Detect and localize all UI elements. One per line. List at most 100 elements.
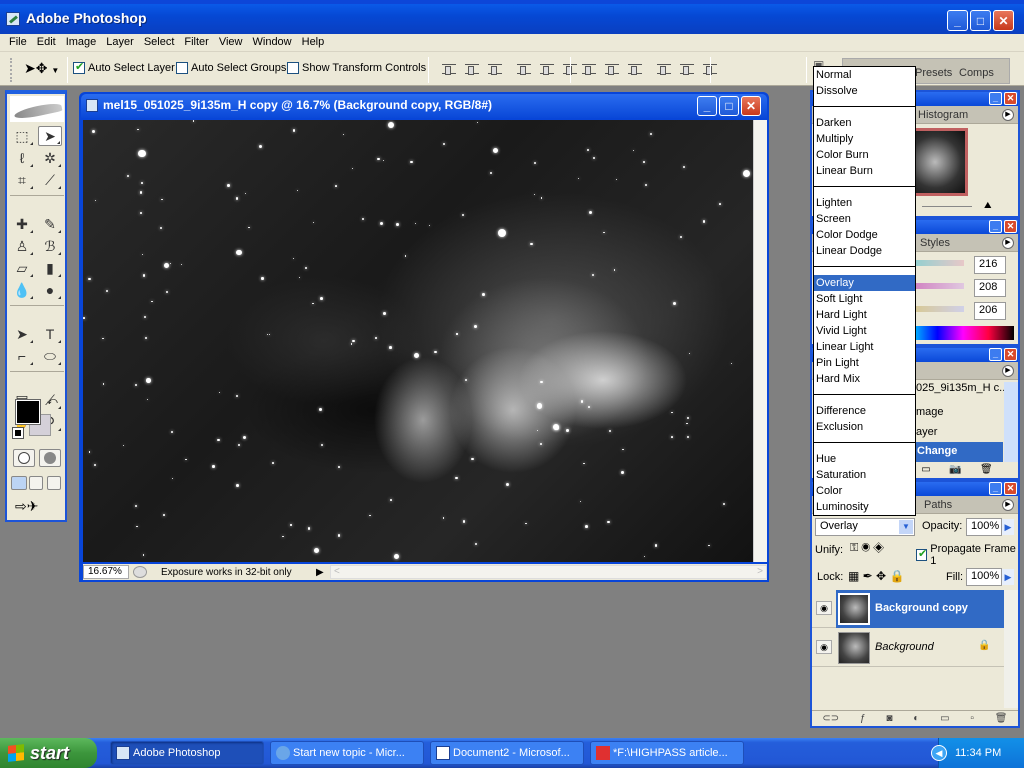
document-title-bar[interactable]: mel15_051025_9i135m_H copy @ 16.7% (Back…	[81, 94, 767, 118]
show-hidden-icons-button[interactable]: ◀	[931, 745, 947, 761]
red-value-field[interactable]: 216	[974, 256, 1006, 274]
tool-preset-picker[interactable]: ➤✥ ▼	[24, 60, 64, 78]
lock-icons[interactable]: ▦ ✒ ✥ 🔒	[848, 569, 904, 583]
align-top-edges-icon[interactable]	[442, 64, 456, 75]
green-slider[interactable]	[912, 283, 964, 289]
auto-select-groups-checkbox[interactable]: Auto Select Groups	[176, 62, 286, 74]
blend-mode-option[interactable]: Color	[814, 483, 915, 499]
eye-icon[interactable]: ◉	[816, 601, 832, 615]
align-left-edges-icon[interactable]	[517, 64, 531, 75]
tab-styles[interactable]: Styles	[920, 237, 950, 249]
blend-mode-option[interactable]: Exclusion	[814, 419, 915, 435]
blend-mode-option[interactable]: Color Burn	[814, 147, 915, 163]
version-cue-icon[interactable]	[133, 566, 147, 578]
blend-mode-option[interactable]: Saturation	[814, 467, 915, 483]
checkbox-checked[interactable]	[73, 60, 85, 74]
full-screen-menu-mode-button[interactable]	[29, 476, 43, 490]
blend-mode-option[interactable]: Normal	[814, 67, 915, 83]
propagate-frame-checkbox[interactable]: Propagate Frame 1	[916, 543, 1018, 567]
navigator-thumbnail[interactable]	[912, 128, 968, 196]
menu-edit[interactable]: Edit	[32, 34, 61, 51]
green-value-field[interactable]: 208	[974, 279, 1006, 297]
trash-icon[interactable]: 🗑	[980, 464, 993, 475]
history-item-selected[interactable]: Change	[915, 442, 1003, 462]
tool-lasso[interactable]: ℓ	[10, 148, 34, 168]
horizontal-scrollbar[interactable]: < >	[330, 565, 767, 579]
palette-close-button[interactable]: ✕	[1004, 92, 1017, 105]
distribute-horizontal-centers-icon[interactable]	[680, 64, 694, 75]
palette-minimize-button[interactable]: _	[989, 92, 1002, 105]
tool-marquee[interactable]: ⬚	[10, 126, 34, 146]
align-bottom-edges-icon[interactable]	[488, 64, 502, 75]
distribute-left-edges-icon[interactable]	[657, 64, 671, 75]
blend-mode-option[interactable]: Hue	[814, 451, 915, 467]
tool-history-brush[interactable]: ℬ	[38, 236, 62, 256]
menu-file[interactable]: File	[4, 34, 32, 51]
layers-scrollbar[interactable]	[1004, 590, 1018, 708]
distribute-bottom-edges-icon[interactable]	[628, 64, 642, 75]
blend-mode-option[interactable]: Vivid Light	[814, 323, 915, 339]
document-minimize-button[interactable]: _	[697, 96, 717, 116]
distribute-top-edges-icon[interactable]	[582, 64, 596, 75]
tool-eraser[interactable]: ▱	[10, 258, 34, 278]
close-button[interactable]: ✕	[993, 10, 1014, 31]
menu-window[interactable]: Window	[248, 34, 297, 51]
scroll-right-icon[interactable]: >	[757, 566, 763, 577]
blend-mode-option[interactable]: Soft Light	[814, 291, 915, 307]
scroll-left-icon[interactable]: <	[334, 566, 340, 577]
blend-mode-option[interactable]: Color Dodge	[814, 227, 915, 243]
auto-select-layer-checkbox[interactable]: Auto Select Layer	[73, 60, 175, 74]
tool-magic-wand[interactable]: ✲	[38, 148, 62, 168]
align-vertical-centers-icon[interactable]	[465, 64, 479, 75]
blend-mode-option[interactable]: Lighten	[814, 195, 915, 211]
fill-slider-arrow[interactable]: ▶	[1002, 569, 1014, 585]
color-ramp[interactable]	[912, 326, 1014, 340]
minimize-button[interactable]: _	[947, 10, 968, 31]
opacity-field[interactable]: 100%	[966, 518, 1002, 536]
tool-move[interactable]: ➤	[38, 126, 62, 146]
options-bar-grip[interactable]	[10, 58, 12, 82]
menu-help[interactable]: Help	[297, 34, 330, 51]
blend-mode-option[interactable]: Linear Light	[814, 339, 915, 355]
tab-paths[interactable]: Paths	[924, 499, 952, 511]
tool-brush[interactable]: ✎	[38, 214, 62, 234]
palette-close-button[interactable]: ✕	[1004, 482, 1017, 495]
blue-slider[interactable]	[912, 306, 964, 312]
link-layers-icon[interactable]: ⊂⊃	[822, 713, 839, 724]
align-horizontal-centers-icon[interactable]	[540, 64, 554, 75]
checkbox-unchecked[interactable]	[287, 62, 299, 74]
history-item[interactable]: ayer	[916, 426, 937, 438]
tool-gradient[interactable]: ▮	[38, 258, 62, 278]
tool-slice[interactable]: ⟋	[38, 170, 62, 190]
red-slider[interactable]	[912, 260, 964, 266]
palette-menu-icon[interactable]: ▶	[1002, 237, 1014, 249]
menu-layer[interactable]: Layer	[101, 34, 139, 51]
blue-value-field[interactable]: 206	[974, 302, 1006, 320]
blend-mode-option[interactable]: Pin Light	[814, 355, 915, 371]
new-layer-icon[interactable]: ▫	[970, 713, 974, 724]
layer-row[interactable]: ◉ Background 🔒	[812, 629, 1018, 667]
tool-clone-stamp[interactable]: ♙	[10, 236, 34, 256]
taskbar-item-word[interactable]: Document2 - Microsof...	[430, 741, 584, 765]
snapshot-icon[interactable]: 📷	[949, 464, 961, 475]
navigator-zoom-slider[interactable]	[922, 206, 972, 207]
palette-minimize-button[interactable]: _	[989, 482, 1002, 495]
taskbar-item-highpass[interactable]: *F:\HIGHPASS article...	[590, 741, 744, 765]
history-scrollbar[interactable]	[1004, 382, 1018, 462]
document-close-button[interactable]: ✕	[741, 96, 761, 116]
start-button[interactable]: start	[0, 738, 97, 768]
full-screen-mode-button[interactable]	[47, 476, 61, 490]
palette-close-button[interactable]: ✕	[1004, 348, 1017, 361]
adjustment-layer-icon[interactable]: ◐	[913, 713, 919, 724]
palette-menu-icon[interactable]: ▶	[1002, 365, 1014, 377]
tool-type[interactable]: T	[38, 324, 62, 344]
history-item[interactable]: mage	[916, 406, 944, 418]
status-menu-arrow[interactable]: ▶	[316, 567, 330, 578]
menu-view[interactable]: View	[214, 34, 248, 51]
maximize-button[interactable]: □	[970, 10, 991, 31]
blend-mode-option[interactable]: Multiply	[814, 131, 915, 147]
tool-blur[interactable]: 💧	[10, 280, 34, 300]
layer-mask-icon[interactable]: ◙	[886, 713, 892, 724]
new-group-icon[interactable]: ▭	[940, 713, 949, 724]
palette-minimize-button[interactable]: _	[989, 220, 1002, 233]
